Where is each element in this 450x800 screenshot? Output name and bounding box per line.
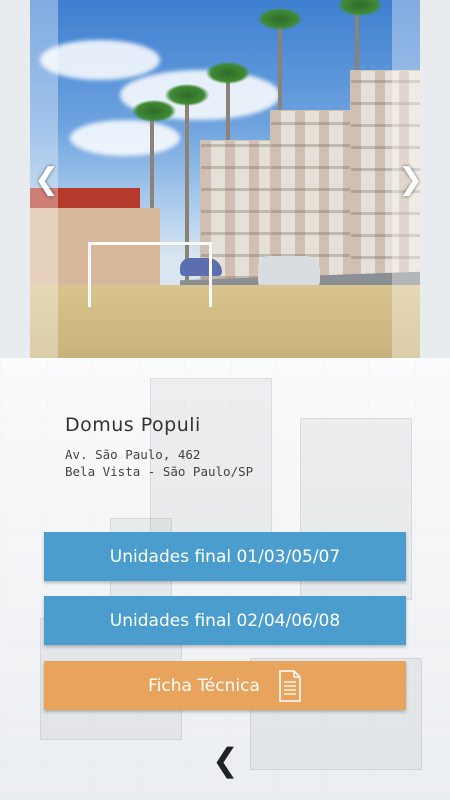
units-odd-button[interactable]: Unidades final 01/03/05/07 (44, 532, 406, 581)
chevron-left-icon: ❮ (212, 741, 239, 779)
cloud (70, 120, 180, 156)
back-button[interactable]: ❮ (212, 744, 239, 776)
palm-leaves (206, 62, 250, 84)
palm-leaves (338, 0, 382, 16)
hero-image-carousel[interactable] (30, 0, 420, 358)
chevron-right-icon: ❯ (398, 162, 424, 197)
cloud (40, 40, 160, 80)
tech-sheet-label: Ficha Técnica (148, 675, 260, 696)
units-even-button[interactable]: Unidades final 02/04/06/08 (44, 596, 406, 645)
address-line-2: Bela Vista - São Paulo/SP (65, 464, 254, 479)
palm-leaves (132, 100, 176, 122)
soccer-goal (88, 242, 212, 307)
palm-leaves (258, 8, 302, 30)
car (258, 256, 320, 286)
apartment-building (270, 110, 362, 280)
project-info: Domus Populi Av. São Paulo, 462 Bela Vis… (65, 414, 253, 480)
tech-sheet-button[interactable]: Ficha Técnica (44, 661, 406, 710)
document-icon (279, 669, 301, 702)
units-even-label: Unidades final 02/04/06/08 (109, 610, 341, 631)
project-title: Domus Populi (65, 414, 201, 436)
carousel-next-button[interactable]: ❯ (398, 165, 423, 195)
units-odd-label: Unidades final 01/03/05/07 (109, 546, 341, 567)
address-line-1: Av. São Paulo, 462 (65, 447, 201, 462)
chevron-left-icon: ❮ (34, 162, 60, 197)
project-address: Av. São Paulo, 462 Bela Vista - São Paul… (65, 446, 253, 480)
carousel-prev-button[interactable]: ❮ (34, 165, 59, 195)
